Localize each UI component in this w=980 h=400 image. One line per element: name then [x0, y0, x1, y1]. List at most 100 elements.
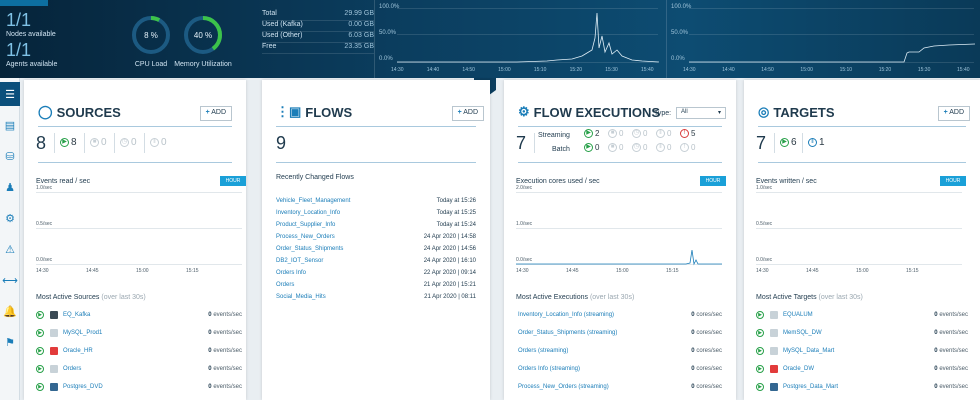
flow-name[interactable]: Inventory_Location_Info [276, 210, 340, 221]
batch-a-stat[interactable]: ■ 0 [608, 143, 623, 152]
streaming-running-stat[interactable]: ▶ 2 [584, 129, 599, 138]
execution-name[interactable]: Order_Status_Shipments (streaming) [518, 330, 617, 336]
targets-running[interactable]: ▶ 6 [780, 137, 797, 148]
nav-integration-button[interactable]: ⟷ [0, 268, 20, 292]
execution-name[interactable]: Orders Info (streaming) [518, 366, 580, 372]
list-item[interactable]: ▶ Orders 0 events/sec [36, 362, 242, 376]
sources-stopped[interactable]: ■ 0 [90, 137, 107, 148]
item-name[interactable]: EQUALUM [783, 312, 813, 318]
executions-list-title: Most Active Executions (over last 30s) [516, 294, 634, 301]
list-item[interactable]: Process_New_Orders (streaming) 0 cores/se… [518, 380, 722, 394]
targets-total: 7 [756, 133, 767, 153]
list-item[interactable]: Inventory_Location_Info (streaming) 0 cor… [518, 308, 722, 322]
item-name[interactable]: Oracle_DW [783, 366, 814, 372]
item-name[interactable]: MySQL_Prod1 [63, 330, 102, 336]
batch-c-stat[interactable]: ‖ 0 [656, 143, 671, 152]
list-item[interactable]: ▶ Oracle_DW 0 events/sec [756, 362, 968, 376]
nav-alerts-button[interactable]: ⚠ [0, 237, 20, 261]
executions-hour-button[interactable]: HOUR [700, 176, 726, 186]
flow-name[interactable]: Orders [276, 282, 294, 293]
add-source-button[interactable]: + ADD [199, 106, 232, 121]
cluster-tab[interactable] [0, 0, 48, 6]
nav-grid-button[interactable]: ☰ [0, 82, 20, 106]
flow-name[interactable]: Order_Status_Shipments [276, 246, 343, 257]
x-tick: 14:45 [566, 268, 579, 274]
streaming-b-stat[interactable]: ◷ 0 [632, 129, 647, 138]
nav-sources-button[interactable]: ▤ [0, 113, 20, 137]
flow-row[interactable]: Orders Info 22 Apr 2020 | 09:14 [276, 270, 476, 281]
gears-icon: ⚙ [518, 104, 530, 119]
nav-user-button[interactable]: ♟ [0, 175, 20, 199]
x-tick: 14:50 [761, 67, 774, 73]
flow-row[interactable]: DB2_IOT_Sensor 24 Apr 2020 | 16:10 [276, 258, 476, 269]
list-item[interactable]: ▶ Postgres_DVD 0 events/sec [36, 380, 242, 394]
flow-name[interactable]: DB2_IOT_Sensor [276, 258, 323, 269]
item-name[interactable]: Oracle_HR [63, 348, 93, 354]
nav-tag-button[interactable]: ⚑ [0, 330, 20, 354]
list-item[interactable]: ▶ Postgres_Data_Mart 0 events/sec [756, 380, 968, 394]
list-item[interactable]: ▶ Oracle_HR 0 events/sec [36, 344, 242, 358]
item-name[interactable]: Postgres_Data_Mart [783, 384, 838, 390]
sources-paused[interactable]: ◷ 0 [120, 137, 137, 148]
batch-running-stat[interactable]: ▶ 0 [584, 143, 599, 152]
add-target-button[interactable]: + ADD [937, 106, 970, 121]
batch-errors-stat[interactable]: ! 0 [680, 143, 695, 152]
memory-row-label: Used (Other) [262, 32, 303, 39]
item-name[interactable]: Orders [63, 366, 81, 372]
list-item[interactable]: ▶ MySQL_Prod1 0 events/sec [36, 326, 242, 340]
flow-name[interactable]: Product_Supplier_Info [276, 222, 335, 233]
list-item[interactable]: ▶ MemSQL_DW 0 events/sec [756, 326, 968, 340]
targets-paused[interactable]: ‖ 1 [808, 137, 825, 148]
list-item[interactable]: ▶ EQUALUM 0 events/sec [756, 308, 968, 322]
play-icon: ▶ [756, 329, 764, 337]
execution-rate-value: 0 [691, 384, 695, 390]
executions-total: 7 [516, 133, 527, 153]
flow-name[interactable]: Process_New_Orders [276, 234, 335, 245]
flow-name[interactable]: Vehicle_Fleet_Management [276, 198, 350, 209]
targets-running-count: 6 [791, 137, 797, 148]
connector-logo-icon [770, 383, 778, 391]
list-item[interactable]: Order_Status_Shipments (streaming) 0 core… [518, 326, 722, 340]
flow-row[interactable]: Product_Supplier_Info Today at 15:24 [276, 222, 476, 233]
sources-other[interactable]: ‖ 0 [150, 137, 167, 148]
flow-row[interactable]: Inventory_Location_Info Today at 15:25 [276, 210, 476, 221]
flow-name[interactable]: Orders Info [276, 270, 306, 281]
execution-rate-value: 0 [691, 366, 695, 372]
streaming-a-stat[interactable]: ■ 0 [608, 129, 623, 138]
sources-running[interactable]: ▶ 8 [60, 137, 77, 148]
flow-row[interactable]: Process_New_Orders 24 Apr 2020 | 14:58 [276, 234, 476, 245]
list-item[interactable]: ▶ EQ_Kafka 0 events/sec [36, 308, 242, 322]
y-tick: 0.0% [671, 56, 685, 62]
flows-panel: ⋮▣ FLOWS + ADD 9 Recently Changed Flows … [262, 80, 490, 400]
execution-name[interactable]: Orders (streaming) [518, 348, 568, 354]
flow-row[interactable]: Order_Status_Shipments 24 Apr 2020 | 14:5… [276, 246, 476, 257]
nav-bell-button[interactable]: 🔔 [0, 299, 20, 323]
list-item[interactable]: Orders (streaming) 0 cores/sec [518, 344, 722, 358]
nav-flows-button[interactable]: ⚙ [0, 206, 20, 230]
status-icon: ◷ [632, 129, 641, 138]
x-tick: 14:30 [391, 67, 404, 73]
type-select[interactable]: All ▾ [676, 107, 726, 119]
streaming-errors-stat[interactable]: ! 5 [680, 129, 695, 138]
sources-hour-button[interactable]: HOUR [220, 176, 246, 186]
list-item[interactable]: ▶ MySQL_Data_Mart 0 events/sec [756, 344, 968, 358]
streaming-c-stat[interactable]: ‖ 0 [656, 129, 671, 138]
flow-row[interactable]: Social_Media_Hits 21 Apr 2020 | 08:11 [276, 294, 476, 305]
flow-row[interactable]: Orders 21 Apr 2020 | 15:21 [276, 282, 476, 293]
list-item[interactable]: Orders Info (streaming) 0 cores/sec [518, 362, 722, 376]
add-flow-button[interactable]: + ADD [451, 106, 484, 121]
flow-row[interactable]: Vehicle_Fleet_Management Today at 15:26 [276, 198, 476, 209]
nav-database-button[interactable]: ⛁ [0, 144, 20, 168]
item-name[interactable]: MemSQL_DW [783, 330, 822, 336]
item-name[interactable]: EQ_Kafka [63, 312, 90, 318]
item-name[interactable]: MySQL_Data_Mart [783, 348, 834, 354]
execution-name[interactable]: Process_New_Orders (streaming) [518, 384, 609, 390]
grid-line [36, 228, 242, 229]
targets-hour-button[interactable]: HOUR [940, 176, 966, 186]
flow-date: 21 Apr 2020 | 08:11 [424, 294, 476, 300]
execution-name[interactable]: Inventory_Location_Info (streaming) [518, 312, 614, 318]
item-name[interactable]: Postgres_DVD [63, 384, 103, 390]
connector-logo-icon [770, 329, 778, 337]
batch-b-stat[interactable]: ◷ 0 [632, 143, 647, 152]
flow-name[interactable]: Social_Media_Hits [276, 294, 326, 305]
